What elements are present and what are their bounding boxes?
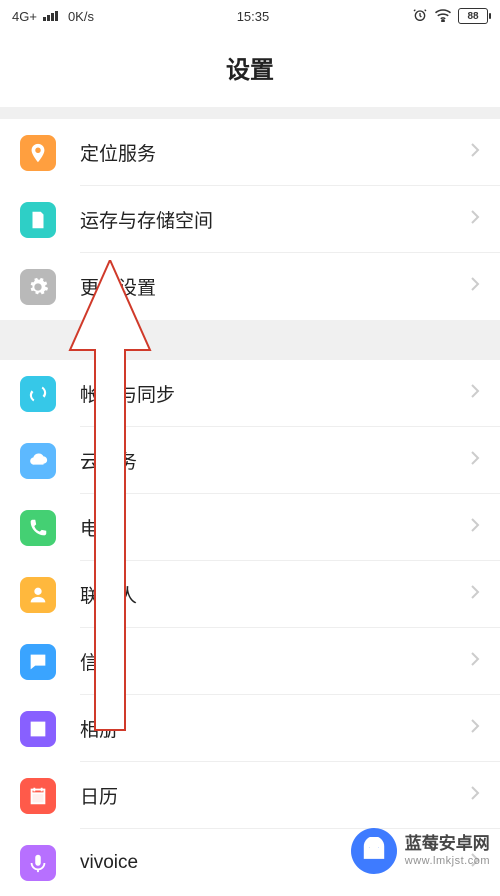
chevron-right-icon [470, 785, 480, 806]
row-location[interactable]: 定位服务 [0, 119, 500, 186]
row-gallery[interactable]: 相册 [0, 695, 500, 762]
row-label: 更多设置 [80, 273, 470, 300]
row-label: 帐号与同步 [80, 380, 470, 407]
battery-icon: 88 [458, 8, 488, 24]
row-label: 日历 [80, 782, 470, 809]
chevron-right-icon [470, 651, 480, 672]
section-gap [0, 320, 500, 360]
settings-group-2: 帐号与同步 云服务 电话 联系人 信息 相册 [0, 360, 500, 896]
sync-icon [20, 376, 56, 412]
signal-icon [43, 11, 58, 21]
storage-icon [20, 202, 56, 238]
chevron-right-icon [470, 584, 480, 605]
watermark-text: 蓝莓安卓网 www.lmkjst.com [405, 834, 490, 868]
chevron-right-icon [470, 209, 480, 230]
row-more-settings[interactable]: 更多设置 [0, 253, 500, 320]
clock: 15:35 [94, 9, 412, 24]
row-label: 相册 [80, 715, 470, 742]
battery-level: 88 [467, 11, 478, 22]
wifi-icon [434, 8, 452, 25]
row-label: 电话 [80, 514, 470, 541]
watermark-url: www.lmkjst.com [405, 855, 490, 868]
row-cloud[interactable]: 云服务 [0, 427, 500, 494]
row-label: 云服务 [80, 447, 470, 474]
chevron-right-icon [470, 718, 480, 739]
chevron-right-icon [470, 142, 480, 163]
row-label: 运存与存储空间 [80, 206, 470, 233]
voice-icon [20, 845, 56, 881]
chevron-right-icon [470, 450, 480, 471]
row-label: 联系人 [80, 581, 470, 608]
status-right: 88 [412, 7, 488, 26]
chevron-right-icon [470, 517, 480, 538]
chevron-right-icon [470, 276, 480, 297]
gear-icon [20, 269, 56, 305]
gallery-icon [20, 711, 56, 747]
settings-group-1: 定位服务 运存与存储空间 更多设置 [0, 119, 500, 320]
calendar-icon [20, 778, 56, 814]
location-icon [20, 135, 56, 171]
network-label: 4G+ [12, 9, 37, 24]
row-contacts[interactable]: 联系人 [0, 561, 500, 628]
page-title: 设置 [0, 32, 500, 107]
row-label: 定位服务 [80, 139, 470, 166]
row-calendar[interactable]: 日历 [0, 762, 500, 829]
row-label: 信息 [80, 648, 470, 675]
chevron-right-icon [470, 383, 480, 404]
message-icon [20, 644, 56, 680]
watermark-title: 蓝莓安卓网 [405, 834, 490, 854]
section-gap [0, 107, 500, 119]
watermark-logo-icon [351, 828, 397, 874]
row-phone[interactable]: 电话 [0, 494, 500, 561]
speed-label: 0K/s [68, 9, 94, 24]
alarm-icon [412, 7, 428, 26]
status-left: 4G+ 0K/s [12, 9, 94, 24]
row-messages[interactable]: 信息 [0, 628, 500, 695]
row-account-sync[interactable]: 帐号与同步 [0, 360, 500, 427]
phone-icon [20, 510, 56, 546]
watermark: 蓝莓安卓网 www.lmkjst.com [351, 828, 490, 874]
cloud-icon [20, 443, 56, 479]
row-storage[interactable]: 运存与存储空间 [0, 186, 500, 253]
status-bar: 4G+ 0K/s 15:35 88 [0, 0, 500, 32]
contact-icon [20, 577, 56, 613]
